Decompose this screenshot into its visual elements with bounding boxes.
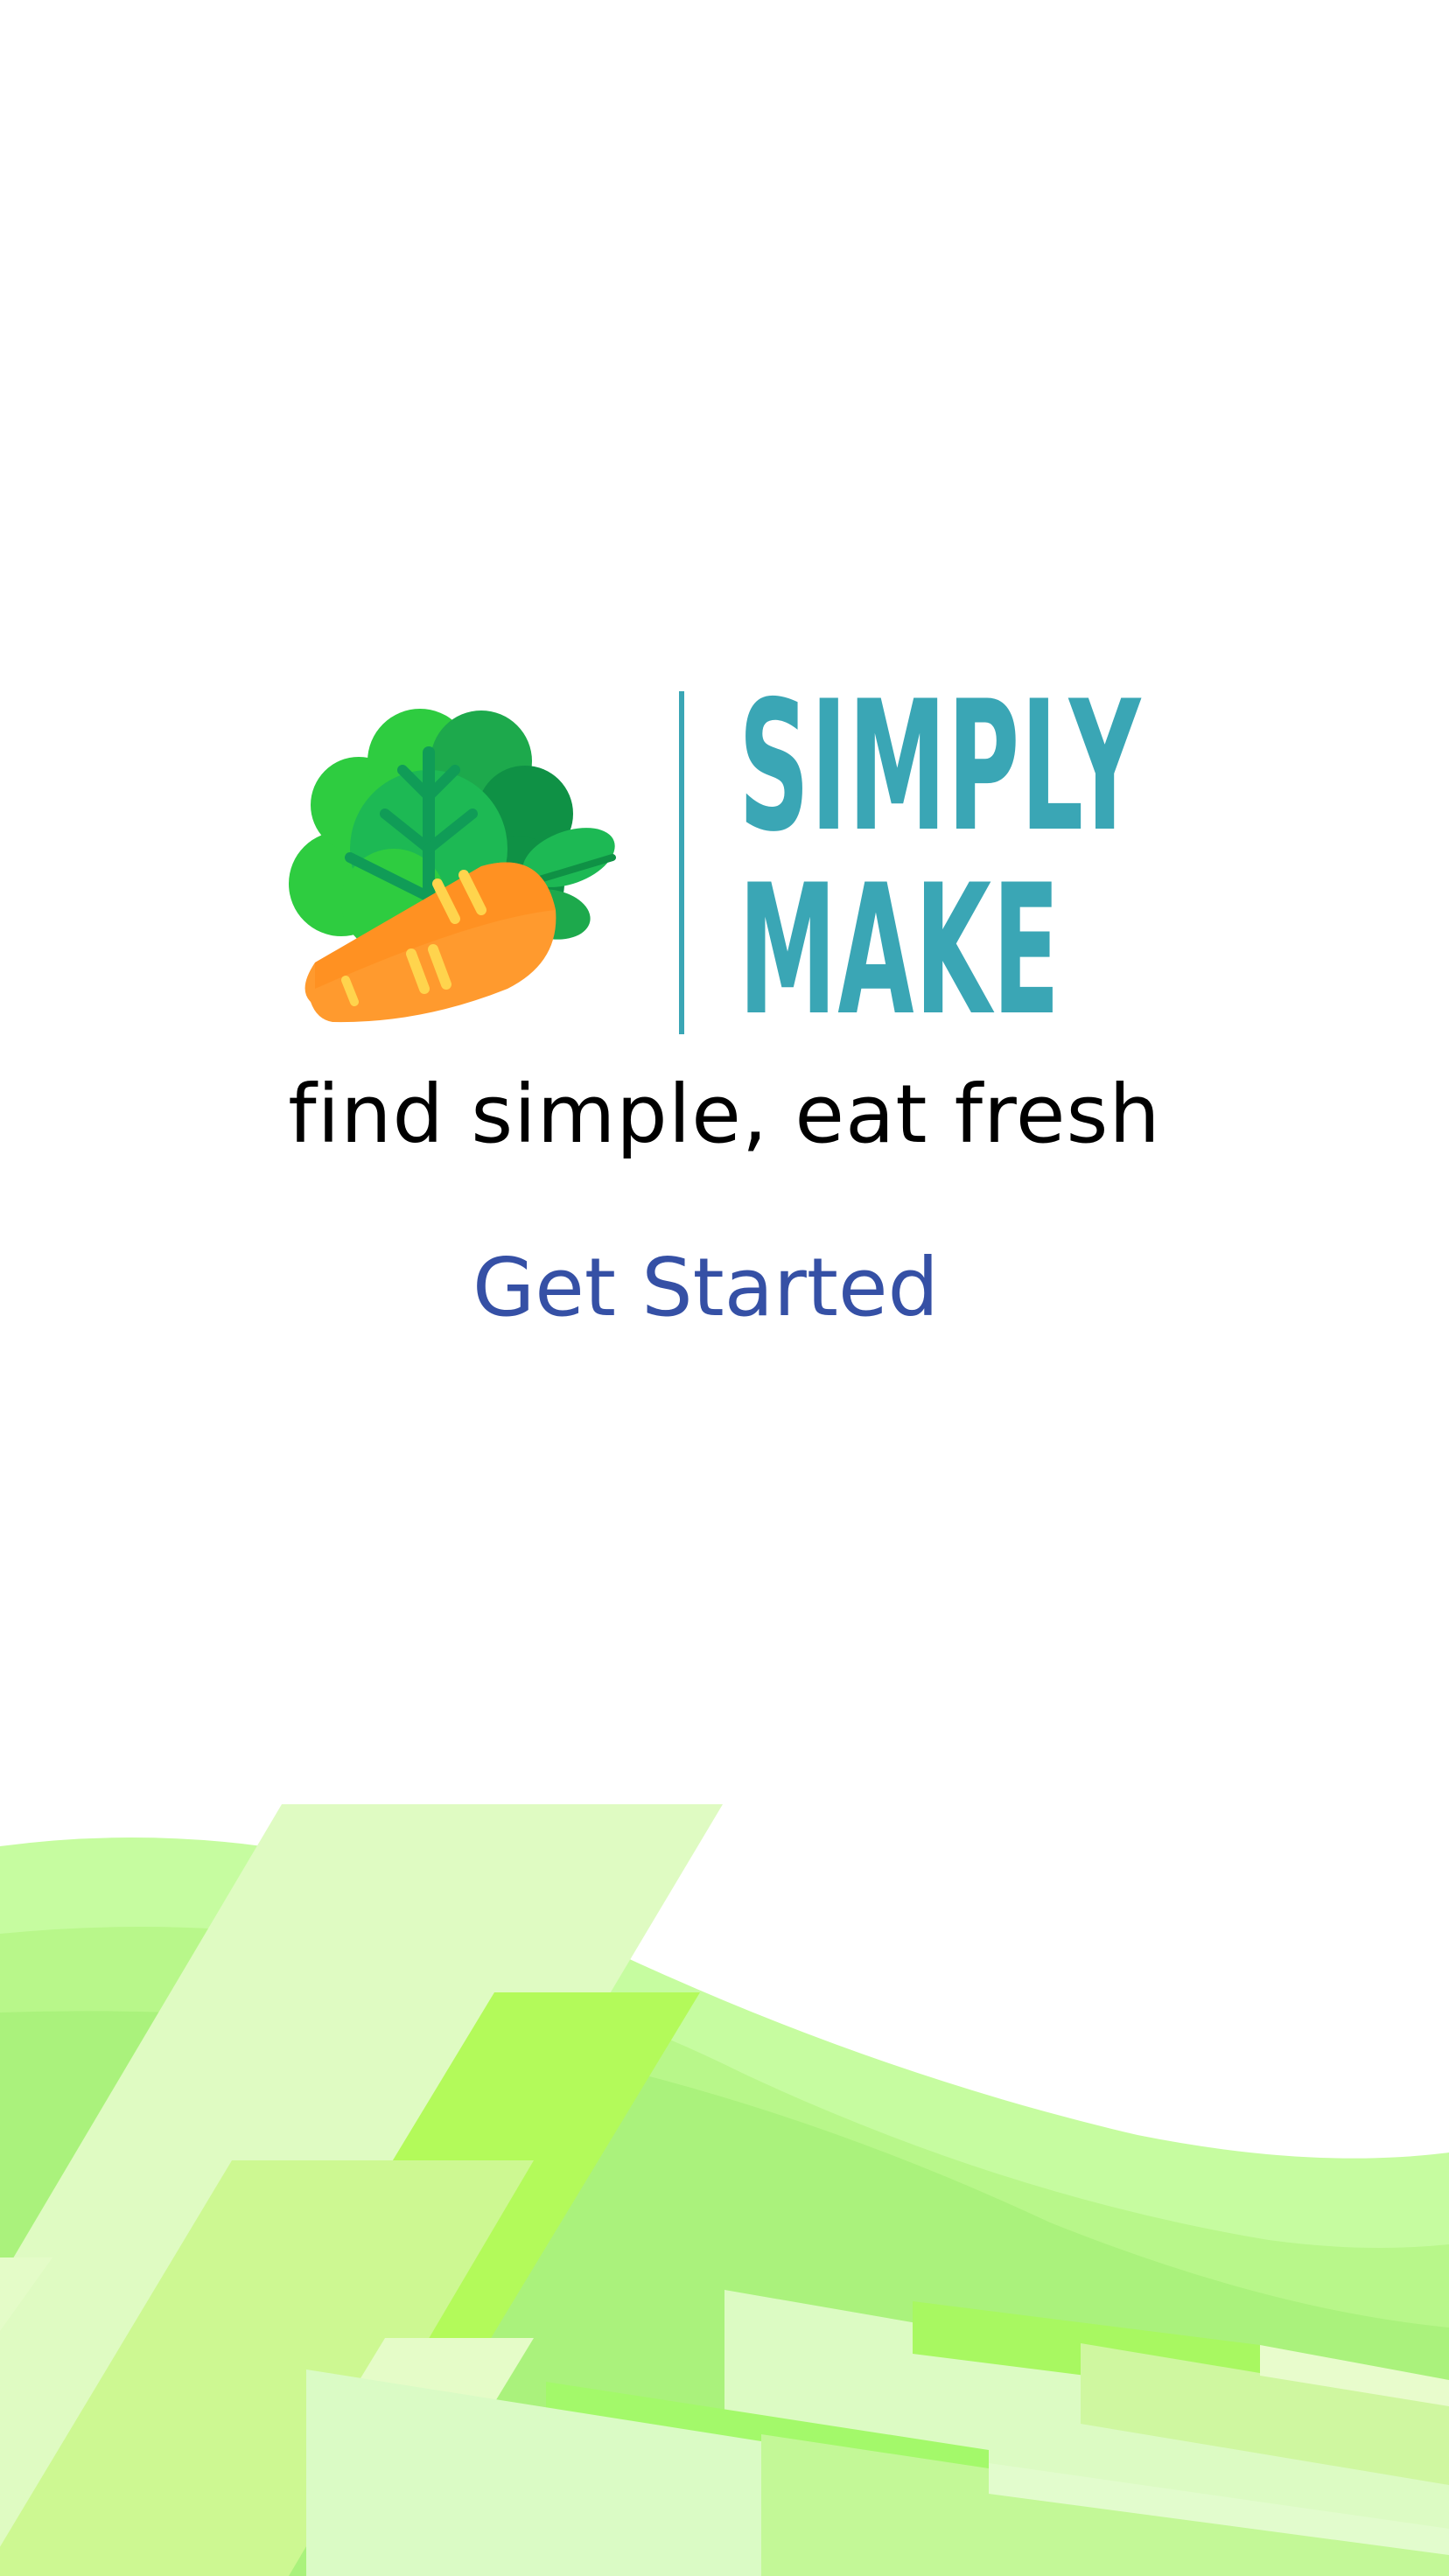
app-logo: SIMPLY MAKE (280, 678, 1242, 1055)
broccoli-carrot-icon (289, 709, 616, 1023)
green-wave-background (0, 1804, 1449, 2576)
tagline: find simple, eat fresh (288, 1068, 1161, 1161)
get-started-button[interactable]: Get Started (472, 1241, 939, 1334)
brand-name-line-1: SIMPLY (738, 663, 1142, 872)
logo-divider (679, 691, 684, 1034)
brand-name-line-2: MAKE (738, 847, 1061, 1055)
splash-screen: SIMPLY MAKE find simple, eat fresh Get S… (0, 0, 1449, 2576)
